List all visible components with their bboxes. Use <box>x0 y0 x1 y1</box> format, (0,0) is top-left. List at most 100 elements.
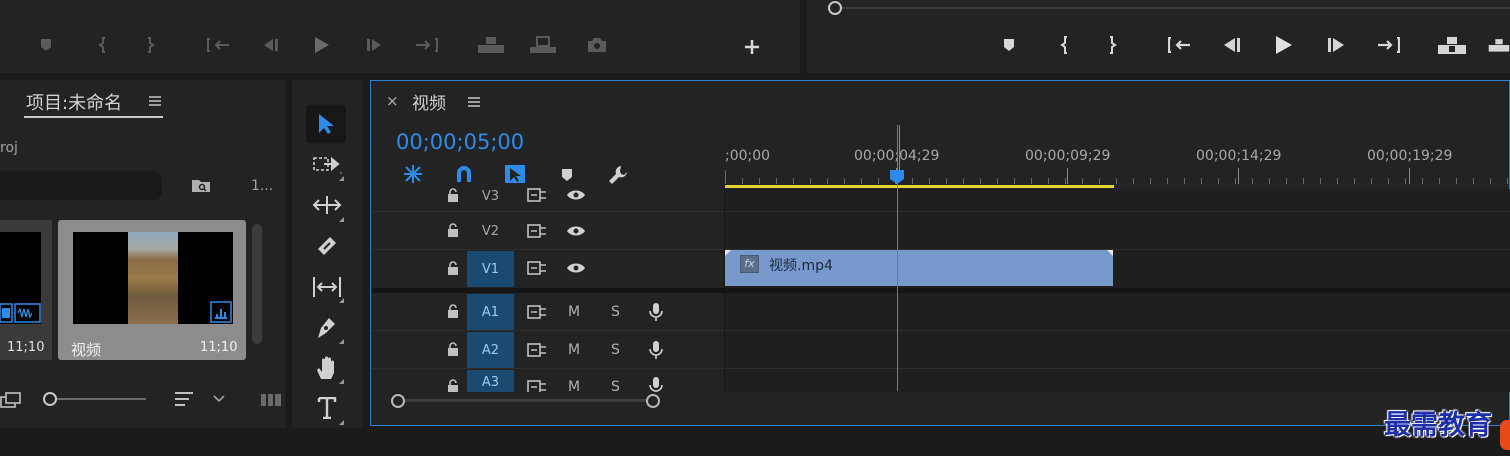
toggle-output-eye-icon[interactable] <box>564 259 588 277</box>
playhead-handle[interactable] <box>889 169 905 185</box>
lock-icon[interactable] <box>444 221 462 239</box>
sync-lock-icon[interactable] <box>525 222 549 240</box>
step-back-icon[interactable] <box>1219 35 1243 55</box>
lock-icon[interactable] <box>444 186 462 204</box>
ruler-tick <box>1065 178 1066 184</box>
mark-in-icon[interactable] <box>1056 35 1074 55</box>
lock-icon[interactable] <box>444 259 462 277</box>
step-forward-icon[interactable] <box>363 36 387 54</box>
program-scrub-bar[interactable] <box>835 7 1510 9</box>
nest-sequence-icon[interactable] <box>400 163 426 185</box>
lift-icon[interactable] <box>1436 33 1468 57</box>
play-icon[interactable] <box>310 34 334 56</box>
time-ruler[interactable]: ;00;0000;00;04;2900;00;09;2900;00;14;290… <box>725 140 1510 189</box>
go-to-out-icon[interactable] <box>412 36 440 54</box>
razor-icon[interactable] <box>312 233 342 259</box>
playhead-line[interactable] <box>897 125 898 391</box>
marker-icon[interactable] <box>1000 35 1018 55</box>
track-name-v2[interactable]: V2 <box>467 213 514 249</box>
voice-over-mic-icon[interactable] <box>646 301 666 323</box>
lock-icon[interactable] <box>444 302 462 320</box>
timeline-clip[interactable]: fx 视频.mp4 <box>725 250 1113 286</box>
solo-track-button[interactable]: S <box>611 304 620 320</box>
sync-lock-icon[interactable] <box>525 341 549 359</box>
play-icon[interactable] <box>1271 33 1297 57</box>
sync-lock-icon[interactable] <box>525 186 549 204</box>
mute-track-button[interactable]: M <box>568 304 580 320</box>
sort-icon[interactable] <box>172 389 196 409</box>
pen-tool-icon[interactable] <box>312 314 342 342</box>
track-name-a1[interactable]: A1 <box>467 294 514 330</box>
voice-over-mic-icon[interactable] <box>646 339 666 361</box>
lock-icon[interactable] <box>444 340 462 358</box>
search-input[interactable] <box>0 171 162 200</box>
timeline-zoom-scrollbar[interactable] <box>397 399 654 402</box>
step-back-icon[interactable] <box>258 36 282 54</box>
mute-track-button[interactable]: M <box>568 379 580 392</box>
insert-icon[interactable] <box>476 34 506 56</box>
ruler-tick <box>1235 178 1236 184</box>
solo-track-button[interactable]: S <box>611 342 620 358</box>
ruler-tick <box>1099 178 1100 184</box>
selection-arrow-icon <box>316 112 336 136</box>
clip-thumbnail[interactable]: 11;10 <box>0 220 52 360</box>
ruler-tick <box>827 178 828 184</box>
mute-track-button[interactable]: M <box>568 342 580 358</box>
toggle-output-eye-icon[interactable] <box>564 222 588 240</box>
thumbnail-image <box>73 232 233 324</box>
toggle-output-eye-icon[interactable] <box>564 186 588 204</box>
work-area-bar[interactable] <box>725 185 1114 188</box>
mark-out-icon[interactable] <box>1103 35 1121 55</box>
mark-in-icon[interactable] <box>94 36 112 54</box>
overwrite-icon[interactable] <box>528 34 558 56</box>
type-tool-icon[interactable] <box>312 394 342 422</box>
close-tab-icon[interactable]: × <box>386 92 399 110</box>
track-name-a2[interactable]: A2 <box>467 332 514 368</box>
wrench-settings-icon[interactable] <box>605 163 631 187</box>
zoom-slider-track[interactable] <box>50 398 146 400</box>
ruler-tick <box>1014 178 1015 184</box>
scroll-handle-right[interactable] <box>646 394 660 408</box>
scroll-handle-left[interactable] <box>391 394 405 408</box>
track-select-icon[interactable] <box>310 152 344 176</box>
sync-lock-icon[interactable] <box>525 303 549 321</box>
extract-icon[interactable] <box>1488 33 1510 57</box>
panel-menu-icon[interactable] <box>466 94 482 110</box>
sync-lock-icon[interactable] <box>525 259 549 277</box>
track-name-a3[interactable]: A3 <box>467 370 514 392</box>
clip-thumbnail[interactable]: 视频 11;10 <box>58 220 246 360</box>
track-name-v3[interactable]: V3 <box>467 182 514 210</box>
marker-icon[interactable] <box>37 36 55 54</box>
go-to-in-icon[interactable] <box>1166 35 1194 55</box>
solo-track-button[interactable]: S <box>611 379 620 392</box>
slip-tool-icon[interactable] <box>310 274 344 300</box>
automate-to-sequence-icon[interactable] <box>260 390 284 410</box>
step-forward-icon[interactable] <box>1325 35 1349 55</box>
video-badge-icon <box>210 301 232 323</box>
project-panel-title[interactable]: 项目:未命名 <box>26 89 122 115</box>
sync-lock-icon[interactable] <box>525 378 549 392</box>
playhead-timecode[interactable]: 00;00;05;00 <box>396 130 524 154</box>
watermark-badge <box>1500 420 1510 450</box>
chevron-down-icon[interactable] <box>210 391 228 407</box>
freeform-view-icon[interactable] <box>0 390 26 410</box>
new-search-bin-icon[interactable] <box>189 175 213 195</box>
ripple-edit-icon[interactable] <box>310 193 344 217</box>
mark-out-icon[interactable] <box>141 36 159 54</box>
hand-tool-icon[interactable] <box>312 354 342 382</box>
program-scrub-handle[interactable] <box>828 1 842 15</box>
go-to-out-icon[interactable] <box>1374 35 1402 55</box>
fx-badge[interactable]: fx <box>740 255 759 273</box>
export-frame-icon[interactable] <box>585 35 609 55</box>
add-button-icon[interactable] <box>741 36 763 58</box>
voice-over-mic-icon[interactable] <box>646 375 666 392</box>
zoom-slider-handle[interactable] <box>43 392 57 406</box>
panel-menu-icon[interactable] <box>147 93 163 109</box>
tool-group-indicator <box>339 379 344 384</box>
lock-icon[interactable] <box>444 377 462 392</box>
track-name-v1[interactable]: V1 <box>467 251 514 287</box>
add-marker-icon[interactable] <box>558 165 576 185</box>
project-scrollbar[interactable] <box>252 224 262 344</box>
sequence-tab-title[interactable]: 视频 <box>412 89 446 114</box>
go-to-in-icon[interactable] <box>205 36 233 54</box>
